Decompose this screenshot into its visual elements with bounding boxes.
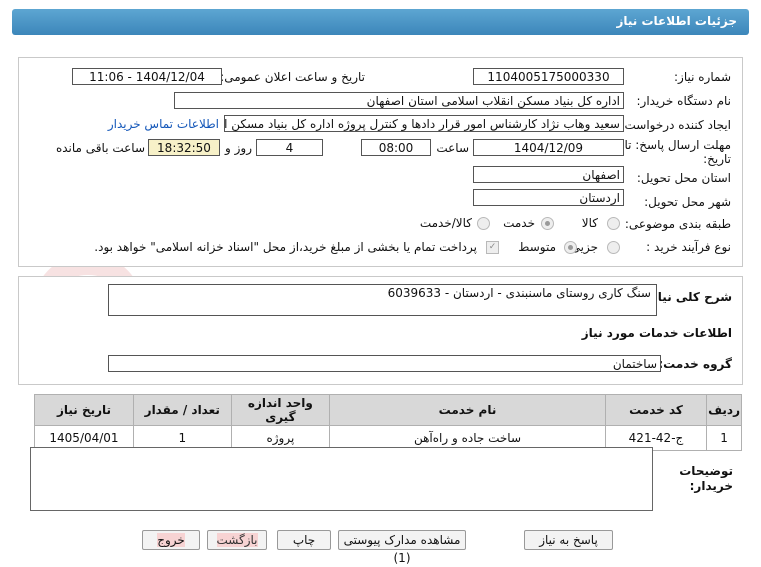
need-number-field: 1104005175000330 — [473, 68, 624, 85]
category-goods-label: کالا — [581, 216, 598, 230]
header-bar: جزئیات اطلاعات نیاز — [12, 9, 749, 35]
category-service-label: خدمت — [503, 216, 535, 230]
city-field: اردستان — [473, 189, 624, 206]
province-label: استان محل تحویل: — [636, 171, 731, 185]
exit-button[interactable]: خروج — [142, 530, 200, 550]
buyer-contact-link[interactable]: اطلاعات تماس خریدار — [108, 117, 219, 131]
category-goods-radio[interactable] — [607, 217, 620, 230]
col-row: ردیف — [706, 394, 742, 426]
buyer-notes-label-2: خریدار: — [689, 479, 733, 493]
col-code: کد خدمت — [604, 394, 708, 426]
category-both-radio[interactable] — [477, 217, 490, 230]
need-number-label: شماره نیاز: — [674, 70, 731, 84]
category-label: طبقه بندی موضوعی: — [624, 217, 731, 231]
remaining-time-field: 18:32:50 — [148, 139, 220, 156]
exit-button-label: خروج — [157, 533, 185, 547]
service-group-label: گروه خدمت: — [658, 357, 732, 371]
reply-button[interactable]: پاسخ به نیاز — [524, 530, 613, 550]
process-minor-radio[interactable] — [607, 241, 620, 254]
page-header: جزئیات اطلاعات نیاز — [0, 0, 761, 44]
process-medium-label: متوسط — [518, 240, 556, 254]
col-name: نام خدمت — [329, 394, 606, 426]
services-table: ردیف کد خدمت نام خدمت واحد اندازه گیری ت… — [34, 394, 742, 451]
remaining-label: ساعت باقی مانده — [55, 141, 145, 155]
deadline-time-field: 08:00 — [361, 139, 431, 156]
back-button-label: بازگشت — [216, 533, 258, 547]
col-qty: تعداد / مقدار — [132, 394, 232, 426]
col-unit: واحد اندازه گیری — [230, 394, 331, 426]
back-button[interactable]: بازگشت — [207, 530, 267, 550]
buyer-notes-field[interactable] — [30, 447, 653, 511]
buyer-notes-label: توضیحات — [679, 464, 733, 478]
services-title: اطلاعات خدمات مورد نیاز — [581, 326, 732, 340]
city-label: شهر محل تحویل: — [644, 195, 731, 209]
announce-label: تاریخ و ساعت اعلان عمومی: — [220, 70, 365, 84]
deadline-label: مهلت ارسال پاسخ: تا — [624, 138, 731, 152]
page-title: جزئیات اطلاعات نیاز — [616, 14, 737, 28]
deadline-label-date: تاریخ: — [703, 152, 731, 166]
treasury-note: پرداخت تمام یا بخشی از مبلغ خرید،از محل … — [94, 240, 477, 254]
treasury-checkbox[interactable]: ✓ — [486, 241, 499, 254]
description-field: سنگ کاری روستای ماسنبندی - اردستان - 603… — [108, 284, 657, 316]
deadline-date-field: 1404/12/09 — [473, 139, 624, 156]
print-button[interactable]: چاپ — [277, 530, 331, 550]
col-date: تاریخ نیاز — [34, 394, 134, 426]
requester-field: سعید وهاب نژاد کارشناس امور قرار دادها و… — [224, 115, 624, 132]
buyer-label: نام دستگاه خریدار: — [636, 94, 732, 108]
table-header-row: ردیف کد خدمت نام خدمت واحد اندازه گیری ت… — [34, 394, 742, 426]
buyer-field: اداره کل بنیاد مسکن انقلاب اسلامی استان … — [174, 92, 624, 109]
category-service-radio[interactable] — [541, 217, 554, 230]
description-text: سنگ کاری روستای ماسنبندی - اردستان - 603… — [387, 286, 651, 300]
province-field: اصفهان — [473, 166, 624, 183]
cell-row: 1 — [706, 425, 742, 451]
requester-label: ایجاد کننده درخواست: — [620, 118, 731, 132]
days-label: روز و — [225, 141, 252, 155]
description-label: شرح کلی نیاز: — [646, 290, 732, 304]
need-details-panel — [18, 57, 743, 267]
process-label: نوع فرآیند خرید : — [646, 240, 731, 254]
announce-field: 1404/12/04 - 11:06 — [72, 68, 222, 85]
attachments-button[interactable]: مشاهده مدارک پیوستی (1) — [338, 530, 466, 565]
category-both-label: کالا/خدمت — [419, 216, 472, 230]
days-field: 4 — [256, 139, 323, 156]
service-group-field: ساختمان — [108, 355, 661, 372]
process-medium-radio[interactable] — [564, 241, 577, 254]
time-label: ساعت — [436, 141, 469, 155]
